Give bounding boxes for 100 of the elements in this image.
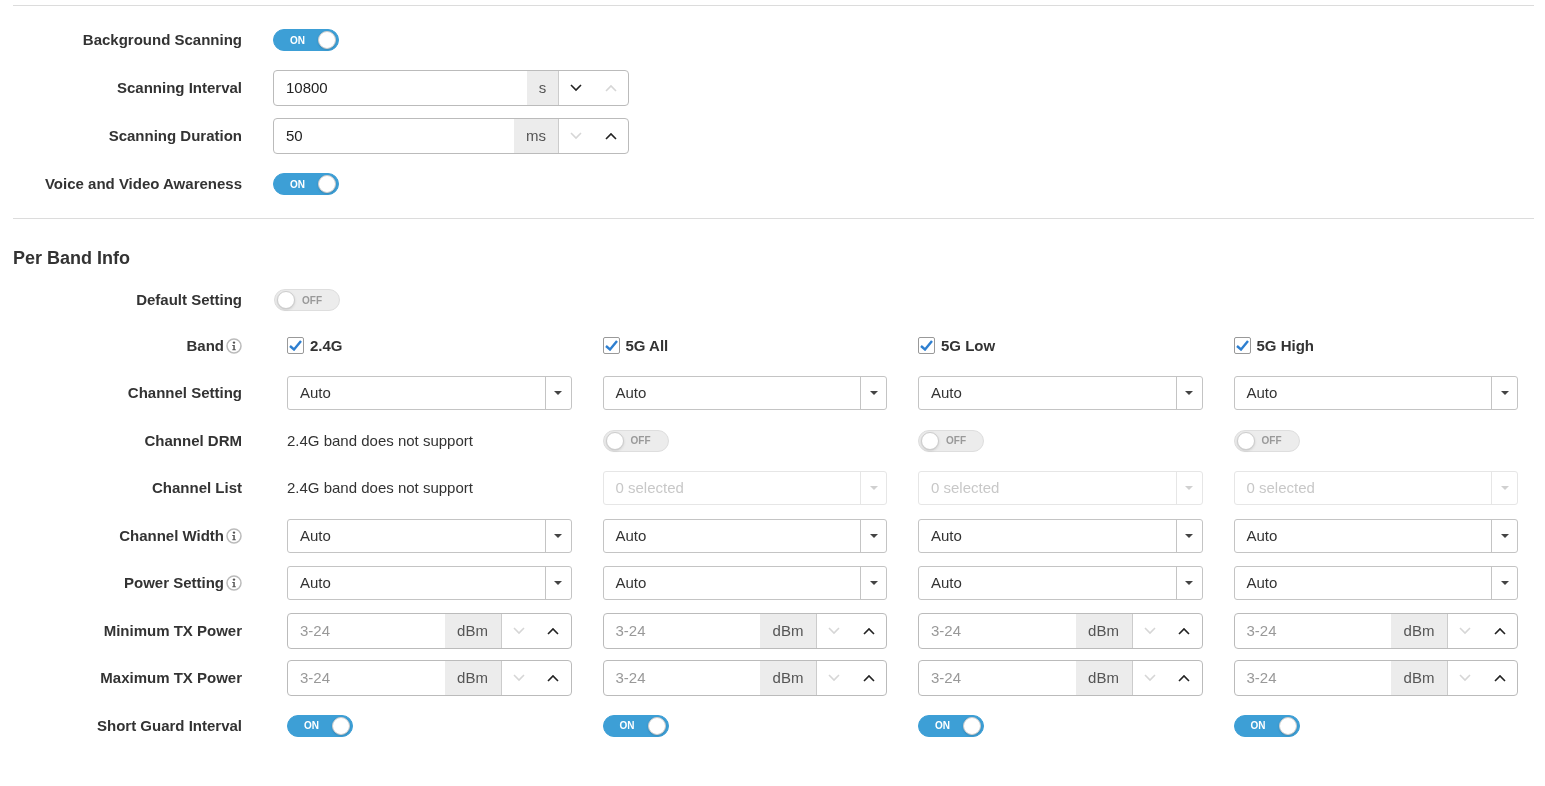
dropdown[interactable]: Auto [1233, 518, 1518, 553]
dropdown[interactable]: Auto [287, 566, 572, 601]
chevron-down-icon [1459, 626, 1471, 635]
caret-icon [1185, 533, 1193, 538]
dropdown[interactable]: Auto [602, 518, 887, 553]
number-stepper[interactable]: 3-24 dBm [918, 612, 1203, 649]
caret-icon [554, 581, 562, 586]
number-input[interactable]: 10800 [274, 71, 527, 105]
info-icon[interactable] [226, 337, 242, 354]
unit-label: dBm [1075, 661, 1132, 696]
caret-icon [869, 581, 878, 586]
caret-icon [554, 533, 562, 538]
caret-icon [1185, 391, 1193, 396]
dropdown[interactable]: Auto [918, 566, 1203, 601]
dropdown[interactable]: Auto [602, 566, 887, 601]
number-input[interactable]: 3-24 [288, 661, 445, 696]
checkbox[interactable] [1233, 337, 1251, 355]
number-stepper[interactable]: 3-24 dBm [287, 660, 572, 697]
checkbox-label[interactable]: 2.4G [310, 334, 343, 357]
caret-icon [1500, 533, 1509, 538]
chevron-down-icon [512, 626, 525, 635]
checkbox-label[interactable]: 5G High [1256, 334, 1314, 357]
info-icon[interactable] [226, 527, 242, 544]
caret-icon [1500, 581, 1509, 586]
checkmark-icon [920, 340, 933, 352]
number-input[interactable]: 3-24 [603, 613, 760, 648]
chevron-down-icon [1143, 674, 1156, 683]
chevron-down-icon [1459, 674, 1471, 683]
field-label: Channel Setting [127, 383, 242, 403]
field-label: Channel List [152, 478, 242, 498]
dropdown[interactable]: Auto [602, 376, 887, 411]
chevron-up-icon [547, 674, 559, 683]
chevron-down-icon [828, 626, 840, 635]
number-stepper[interactable]: 3-24 dBm [602, 660, 887, 697]
number-input[interactable]: 50 [274, 119, 514, 153]
chevron-down-icon [828, 674, 840, 683]
unit-label: dBm [444, 661, 501, 696]
dropdown[interactable]: Auto [1233, 566, 1518, 601]
checkbox[interactable] [602, 337, 620, 355]
checkmark-icon [289, 340, 302, 352]
number-input[interactable]: 3-24 [288, 613, 445, 648]
chevron-up-icon [1178, 626, 1190, 635]
unit-label: s [527, 71, 558, 105]
chevron-up-icon [1493, 626, 1506, 635]
number-stepper[interactable]: 3-24 dBm [1233, 660, 1518, 697]
chevron-down-icon [570, 132, 582, 140]
number-stepper[interactable]: 3-24 dBm [602, 612, 887, 649]
number-stepper[interactable]: 3-24 dBm [287, 612, 572, 649]
chevron-up-icon [604, 84, 617, 92]
dropdown[interactable]: Auto [287, 518, 572, 553]
field-label: Minimum TX Power [103, 620, 242, 641]
caret-icon [554, 391, 562, 396]
number-stepper[interactable]: 10800 s [273, 70, 629, 106]
number-input[interactable]: 3-24 [1234, 661, 1391, 696]
caret-icon [869, 533, 878, 538]
field-label: Background Scanning [82, 29, 242, 50]
dropdown[interactable]: Auto [918, 376, 1203, 411]
chevron-up-icon [604, 132, 617, 140]
caret-icon [1500, 486, 1509, 491]
chevron-up-icon [1493, 674, 1506, 683]
checkbox-label[interactable]: 5G Low [941, 334, 996, 357]
caret-icon [1185, 486, 1193, 491]
number-input[interactable]: 3-24 [919, 661, 1076, 696]
info-icon[interactable] [226, 575, 242, 592]
note-text: 2.4G band does not support [287, 478, 473, 498]
number-input[interactable]: 3-24 [1234, 613, 1391, 648]
unit-label: dBm [444, 613, 501, 648]
checkmark-icon [604, 340, 618, 352]
number-stepper[interactable]: 3-24 dBm [1233, 612, 1518, 649]
dropdown[interactable]: Auto [287, 376, 572, 411]
field-label: Maximum TX Power [100, 668, 242, 688]
chevron-up-icon [862, 626, 875, 635]
chevron-down-icon [570, 84, 582, 92]
unit-label: ms [514, 119, 558, 153]
number-input[interactable]: 3-24 [603, 661, 760, 696]
chevron-up-icon [547, 626, 559, 635]
section-title: Per Band Info [13, 247, 131, 270]
dropdown[interactable]: Auto [1233, 376, 1518, 411]
caret-icon [869, 391, 878, 396]
unit-label: dBm [1391, 661, 1447, 696]
field-label: Power Setting [124, 573, 224, 593]
field-label: Channel DRM [144, 430, 242, 451]
number-stepper[interactable]: 50 ms [273, 118, 629, 154]
unit-label: dBm [1391, 613, 1447, 648]
field-label: Scanning Interval [116, 77, 242, 98]
number-stepper[interactable]: 3-24 dBm [918, 660, 1203, 697]
unit-label: dBm [760, 613, 816, 648]
note-text: 2.4G band does not support [287, 430, 473, 451]
checkmark-icon [1235, 340, 1249, 352]
field-label: Scanning Duration [108, 125, 242, 146]
caret-icon [869, 486, 878, 491]
chevron-up-icon [1178, 674, 1190, 683]
checkbox-label[interactable]: 5G All [625, 334, 669, 357]
field-label: Voice and Video Awareness [44, 173, 242, 194]
chevron-up-icon [862, 674, 875, 683]
field-label: Band [186, 335, 224, 356]
dropdown[interactable]: Auto [918, 518, 1203, 553]
checkbox[interactable] [918, 337, 935, 355]
number-input[interactable]: 3-24 [919, 613, 1076, 648]
checkbox[interactable] [287, 337, 304, 355]
